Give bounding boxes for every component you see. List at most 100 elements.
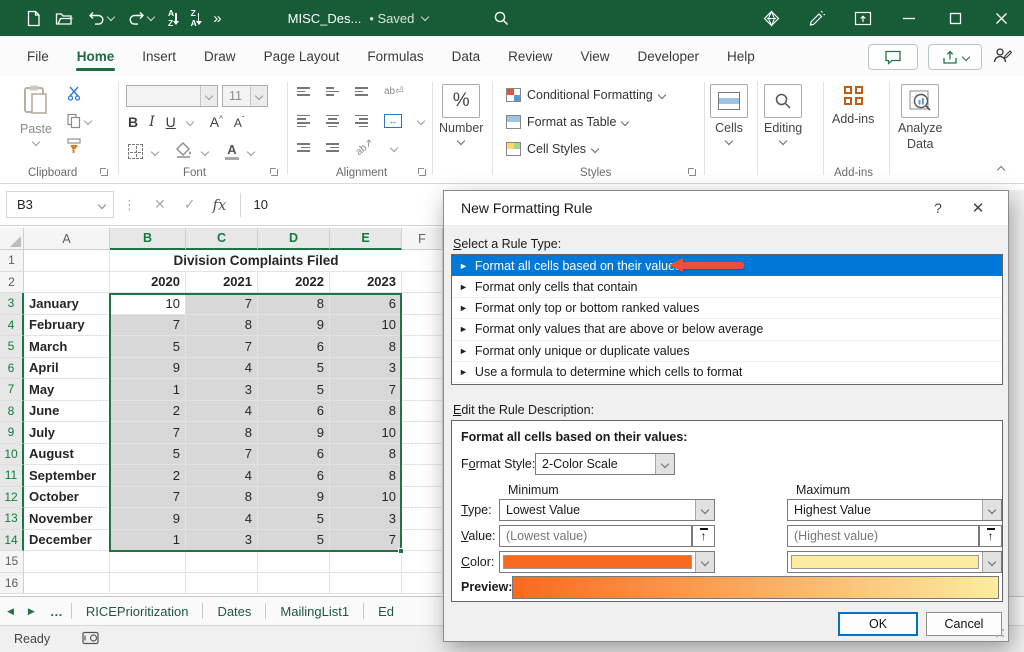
cell-E2[interactable]: 2023 bbox=[330, 272, 402, 294]
bold-button[interactable]: B bbox=[128, 114, 138, 130]
number-format-button[interactable]: % Number bbox=[439, 84, 483, 144]
cell-B15[interactable] bbox=[110, 551, 186, 573]
cell-B13[interactable]: 9 bbox=[110, 508, 186, 530]
premium-diamond-icon[interactable] bbox=[748, 0, 794, 36]
row-header-6[interactable]: 6 bbox=[0, 358, 24, 380]
cell-D8[interactable]: 6 bbox=[258, 401, 330, 423]
ribbon-display-icon[interactable] bbox=[840, 0, 886, 36]
row-header-8[interactable]: 8 bbox=[0, 401, 24, 423]
enter-entry-icon[interactable]: ✓ bbox=[175, 196, 205, 213]
merged-title-cell[interactable]: Division Complaints Filed bbox=[110, 250, 402, 272]
sheet-overflow-icon[interactable]: … bbox=[42, 604, 71, 619]
cell-E3[interactable]: 6 bbox=[330, 293, 402, 315]
row-header-10[interactable]: 10 bbox=[0, 444, 24, 466]
max-color-select[interactable] bbox=[787, 551, 1002, 573]
grow-font-button[interactable]: A^ bbox=[210, 114, 223, 130]
cell-B2[interactable]: 2020 bbox=[110, 272, 186, 294]
min-range-select-button[interactable]: ↑ bbox=[692, 525, 715, 547]
cell-B7[interactable]: 1 bbox=[110, 379, 186, 401]
cell-D6[interactable]: 5 bbox=[258, 358, 330, 380]
editing-button[interactable]: Editing bbox=[764, 84, 802, 144]
increase-indent-icon[interactable] bbox=[326, 143, 339, 152]
merge-dropdown-icon[interactable] bbox=[417, 117, 425, 125]
row-header-13[interactable]: 13 bbox=[0, 508, 24, 530]
tab-home[interactable]: Home bbox=[64, 40, 128, 73]
row-header-4[interactable]: 4 bbox=[0, 315, 24, 337]
cell-A9[interactable]: July bbox=[24, 422, 110, 444]
tab-formulas[interactable]: Formulas bbox=[354, 40, 436, 73]
redo-dropdown-icon[interactable] bbox=[147, 12, 155, 20]
cell-D13[interactable]: 5 bbox=[258, 508, 330, 530]
align-left-icon[interactable] bbox=[297, 115, 310, 127]
decrease-indent-icon[interactable] bbox=[297, 143, 310, 152]
undo-button[interactable] bbox=[88, 11, 114, 26]
cell-A11[interactable]: September bbox=[24, 465, 110, 487]
search-icon[interactable] bbox=[478, 0, 524, 36]
min-color-select[interactable] bbox=[499, 551, 715, 573]
row-header-16[interactable]: 16 bbox=[0, 573, 24, 595]
row-header-11[interactable]: 11 bbox=[0, 465, 24, 487]
wrap-text-icon[interactable]: ab⏎ bbox=[384, 86, 404, 97]
tab-data[interactable]: Data bbox=[439, 40, 494, 73]
cell-F7[interactable] bbox=[402, 379, 443, 401]
clipboard-dialog-launcher[interactable] bbox=[100, 168, 110, 178]
cell-B6[interactable]: 9 bbox=[110, 358, 186, 380]
cell-D16[interactable] bbox=[258, 573, 330, 595]
name-box[interactable]: B3 bbox=[6, 191, 114, 218]
cell-C4[interactable]: 8 bbox=[186, 315, 258, 337]
sort-az-icon[interactable]: AZ bbox=[168, 9, 177, 27]
more-commands-icon[interactable]: » bbox=[213, 10, 221, 27]
ok-button[interactable]: OK bbox=[838, 612, 918, 636]
row-header-5[interactable]: 5 bbox=[0, 336, 24, 358]
redo-button[interactable] bbox=[128, 11, 154, 26]
cell-C16[interactable] bbox=[186, 573, 258, 595]
cell-A2[interactable] bbox=[24, 272, 110, 294]
max-type-select[interactable]: Highest Value bbox=[787, 499, 1002, 521]
dialog-help-icon[interactable]: ? bbox=[918, 191, 958, 225]
cell-F11[interactable] bbox=[402, 465, 443, 487]
column-header-A[interactable]: A bbox=[24, 228, 110, 250]
cell-C3[interactable]: 7 bbox=[186, 293, 258, 315]
cell-C10[interactable]: 7 bbox=[186, 444, 258, 466]
sheet-tab-dates[interactable]: Dates bbox=[203, 604, 265, 619]
cell-C6[interactable]: 4 bbox=[186, 358, 258, 380]
cell-A6[interactable]: April bbox=[24, 358, 110, 380]
underline-button[interactable]: U bbox=[166, 114, 176, 130]
cell-A5[interactable]: March bbox=[24, 336, 110, 358]
sheet-tab-ed[interactable]: Ed bbox=[364, 604, 408, 619]
cell-D14[interactable]: 5 bbox=[258, 530, 330, 552]
cell-E12[interactable]: 10 bbox=[330, 487, 402, 509]
cell-F1[interactable] bbox=[402, 250, 443, 272]
column-header-C[interactable]: C bbox=[186, 228, 258, 250]
font-color-icon[interactable]: A bbox=[225, 143, 239, 160]
dialog-resize-grip[interactable] bbox=[995, 628, 1005, 638]
row-header-14[interactable]: 14 bbox=[0, 530, 24, 552]
vertical-dots-icon[interactable]: ⋮ bbox=[114, 197, 145, 213]
editing-pen-icon[interactable] bbox=[794, 0, 840, 36]
min-type-select[interactable]: Lowest Value bbox=[499, 499, 715, 521]
paste-button[interactable]: Paste bbox=[20, 84, 52, 145]
cell-C2[interactable]: 2021 bbox=[186, 272, 258, 294]
cell-A7[interactable]: May bbox=[24, 379, 110, 401]
tab-help[interactable]: Help bbox=[714, 40, 768, 73]
cell-B9[interactable]: 7 bbox=[110, 422, 186, 444]
open-folder-icon[interactable] bbox=[55, 11, 74, 26]
cell-F16[interactable] bbox=[402, 573, 443, 595]
formula-input[interactable]: 10 bbox=[247, 197, 267, 212]
format-as-table-button[interactable]: Format as Table bbox=[506, 115, 628, 129]
cell-F10[interactable] bbox=[402, 444, 443, 466]
cell-C9[interactable]: 8 bbox=[186, 422, 258, 444]
cell-B4[interactable]: 7 bbox=[110, 315, 186, 337]
cell-D3[interactable]: 8 bbox=[258, 293, 330, 315]
cells-button[interactable]: Cells bbox=[710, 84, 748, 144]
bottom-align-icon[interactable] bbox=[355, 87, 368, 96]
cell-A15[interactable] bbox=[24, 551, 110, 573]
cell-A3[interactable]: January bbox=[24, 293, 110, 315]
cell-E11[interactable]: 8 bbox=[330, 465, 402, 487]
cell-D15[interactable] bbox=[258, 551, 330, 573]
sort-za-icon[interactable]: ZA bbox=[191, 9, 200, 27]
min-value-input[interactable] bbox=[500, 526, 691, 546]
maximize-button[interactable] bbox=[932, 0, 978, 36]
cell-E9[interactable]: 10 bbox=[330, 422, 402, 444]
undo-dropdown-icon[interactable] bbox=[107, 12, 115, 20]
